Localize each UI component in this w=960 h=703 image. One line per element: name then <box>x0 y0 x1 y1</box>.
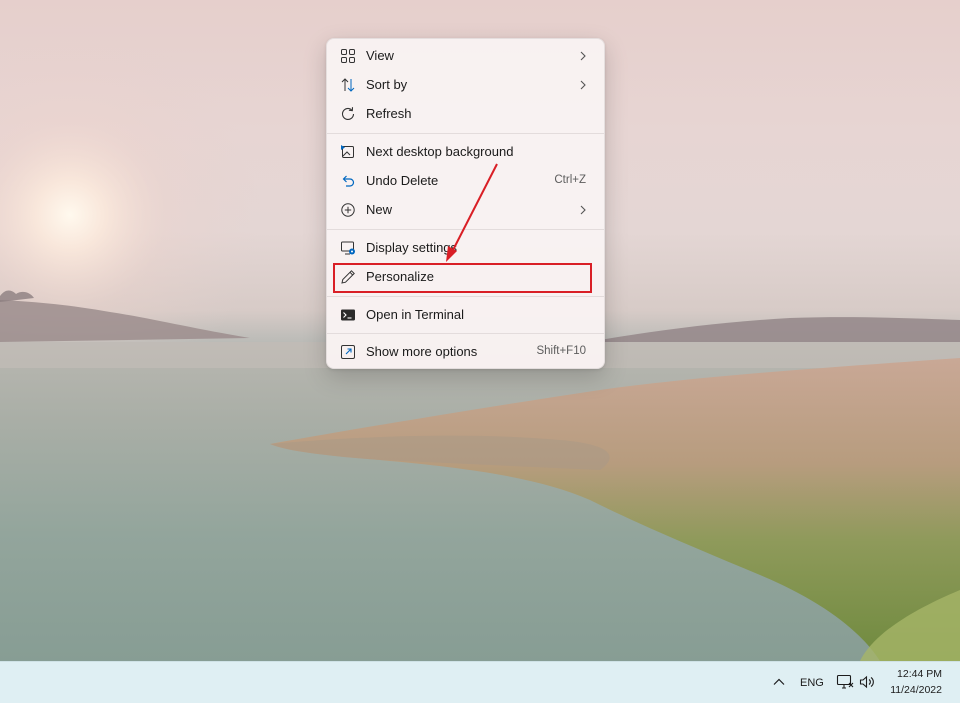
refresh-icon <box>341 107 355 120</box>
clock-time[interactable]: 12:44 PM <box>880 668 942 680</box>
menu-item-sort-by[interactable]: Sort by <box>331 71 600 99</box>
menu-item-label: Undo Delete <box>366 173 439 188</box>
shortcut-label: Shift+F10 <box>536 345 586 357</box>
clock-date[interactable]: 11/24/2022 <box>880 684 942 696</box>
menu-item-label: Sort by <box>366 77 408 92</box>
menu-item-display-settings[interactable]: Display settings <box>331 234 600 262</box>
grid-view-icon <box>341 49 355 63</box>
next-background-icon <box>341 145 354 158</box>
menu-item-label: Personalize <box>366 269 434 284</box>
pen-icon <box>341 270 355 284</box>
shortcut-label: Ctrl+Z <box>554 174 586 186</box>
menu-item-next-desktop-background[interactable]: Next desktop background <box>331 138 600 166</box>
chevron-up-icon[interactable] <box>772 675 786 689</box>
chevron-right-icon <box>580 51 586 61</box>
menu-item-refresh[interactable]: Refresh <box>331 100 600 128</box>
chevron-right-icon <box>580 80 586 90</box>
network-icon[interactable] <box>836 674 854 690</box>
chevron-right-icon <box>580 205 586 215</box>
add-circle-icon <box>341 203 355 217</box>
menu-item-new[interactable]: New <box>331 196 600 224</box>
sort-arrows-icon <box>341 78 355 92</box>
menu-item-label: Refresh <box>366 106 412 121</box>
menu-item-personalize[interactable]: Personalize <box>331 263 600 291</box>
terminal-icon <box>341 309 355 321</box>
display-settings-icon <box>341 241 355 255</box>
menu-item-label: View <box>366 48 394 63</box>
menu-item-view[interactable]: View <box>331 42 600 70</box>
menu-item-open-in-terminal[interactable]: Open in Terminal <box>331 301 600 329</box>
menu-item-show-more-options[interactable]: Show more options Shift+F10 <box>331 338 600 366</box>
menu-separator <box>327 229 604 230</box>
desktop-context-menu: View Sort by Refresh Next desktop backgr… <box>326 38 605 369</box>
menu-item-label: New <box>366 202 393 217</box>
menu-item-label: Display settings <box>366 240 458 255</box>
menu-separator <box>327 296 604 297</box>
menu-item-label: Open in Terminal <box>366 307 465 322</box>
show-more-icon <box>341 345 355 359</box>
menu-item-undo-delete[interactable]: Undo Delete Ctrl+Z <box>331 167 600 195</box>
volume-icon[interactable] <box>859 674 875 690</box>
menu-item-label: Next desktop background <box>366 144 514 159</box>
language-indicator[interactable]: ENG <box>800 677 824 689</box>
menu-separator <box>327 133 604 134</box>
menu-item-label: Show more options <box>366 344 478 359</box>
menu-separator <box>327 333 604 334</box>
undo-icon <box>342 175 355 187</box>
taskbar: ENG 12:44 PM 11/24/2022 <box>0 661 960 703</box>
